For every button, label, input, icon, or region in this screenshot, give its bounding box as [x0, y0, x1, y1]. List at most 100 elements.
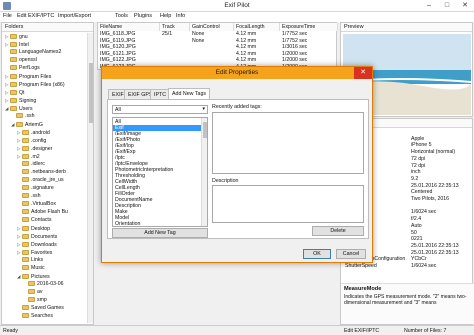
folder-item[interactable]: ▷ Program Files	[2, 73, 51, 80]
folder-icon	[22, 250, 29, 255]
status-file-count: Number of Files: 7	[404, 328, 447, 334]
folder-item[interactable]: av	[2, 289, 42, 296]
folder-item[interactable]: ▷ Program Files (x86)	[2, 81, 65, 88]
folder-label: .netbeans-derb	[31, 169, 66, 175]
folder-item[interactable]: Links	[2, 257, 43, 264]
folder-icon	[10, 74, 17, 79]
tag-list-scrollbar[interactable]	[201, 118, 207, 226]
folder-item[interactable]: ▷ Favorites	[2, 249, 52, 256]
folder-icon	[22, 226, 29, 231]
folder-item[interactable]: .ssh	[2, 193, 41, 200]
folder-item[interactable]: Music	[2, 265, 45, 272]
folder-item[interactable]: Adobe Flash Bu	[2, 209, 68, 216]
folder-item[interactable]: ◢ Users	[2, 105, 33, 112]
col-exposuretime[interactable]: ExposureTime	[280, 23, 338, 31]
menu-file[interactable]: File	[3, 13, 12, 19]
folder-item[interactable]: ▷ gnu	[2, 33, 28, 40]
dialog-title: Edit Properties	[215, 69, 259, 76]
menu-help[interactable]: Help	[160, 13, 171, 19]
folder-label: Intel	[19, 42, 29, 48]
tag-list-items: All Exif/Exif/Image/Exif/Photo/Exif/Iop/E…	[113, 119, 203, 226]
folder-icon	[16, 113, 23, 118]
description-textarea[interactable]	[212, 185, 364, 223]
folder-item[interactable]: Saved Games	[2, 305, 64, 312]
folder-icon	[22, 154, 29, 159]
folder-icon	[22, 234, 29, 239]
folder-item[interactable]: .idlerc	[2, 161, 45, 168]
folder-item[interactable]: openssl	[2, 57, 37, 64]
recent-tags-box[interactable]	[212, 112, 364, 174]
folder-item[interactable]: ▷ .config	[2, 137, 46, 144]
menu-edit-exif[interactable]: Edit EXIF/IPTC	[17, 13, 54, 19]
folder-label: .designer	[31, 146, 53, 152]
folder-label: .signature	[31, 185, 54, 191]
folder-item[interactable]: ▷ Documents	[2, 233, 57, 240]
menu-tools[interactable]: Tools	[115, 13, 128, 19]
col-focallength[interactable]: FocalLength	[234, 23, 280, 31]
folder-item[interactable]: .signature	[2, 185, 54, 192]
maximize-button[interactable]: □	[438, 0, 456, 12]
tag-list-item[interactable]: Orientation	[113, 221, 203, 226]
tag-listbox[interactable]: All Exif/Exif/Image/Exif/Photo/Exif/Iop/E…	[112, 117, 208, 227]
folder-item[interactable]: ▷ Signing	[2, 97, 36, 104]
folder-label: openssl	[19, 57, 37, 63]
delete-button[interactable]: Delete	[312, 226, 364, 236]
folder-item[interactable]: 2016-03-06	[2, 281, 64, 288]
folder-item[interactable]: ▷ .m2	[2, 153, 40, 160]
folder-icon	[10, 34, 17, 39]
folder-item[interactable]: Searches	[2, 313, 53, 320]
folder-item[interactable]: PerfLogs	[2, 65, 40, 72]
cancel-button[interactable]: Cancel	[336, 249, 366, 259]
window-title: Exif Pilot	[224, 2, 250, 9]
add-new-tag-button[interactable]: Add New Tag	[112, 228, 208, 238]
tag-description-text: Indicates the GPS measurement mode. "2" …	[344, 294, 467, 306]
tab-add-new-tags[interactable]: Add New Tags	[168, 88, 211, 99]
folder-icon	[22, 209, 29, 214]
folders-header: Folders	[2, 23, 93, 32]
menu-import-export[interactable]: Import/Export	[58, 13, 91, 19]
minimize-button[interactable]: –	[420, 0, 438, 12]
folder-label: Favorites	[31, 250, 53, 256]
ok-button[interactable]: OK	[303, 249, 331, 259]
folder-item[interactable]: ◢ ArtemG	[2, 121, 43, 128]
menu-plugins[interactable]: Plugins	[134, 13, 152, 19]
folder-item[interactable]: .VirtualBox	[2, 201, 56, 208]
menu-info[interactable]: Info	[176, 13, 185, 19]
folder-item[interactable]: .oracle_jre_us	[2, 177, 64, 184]
folder-item[interactable]: ▷ Intel	[2, 41, 29, 48]
folder-item[interactable]: ▷ Qt	[2, 89, 24, 96]
folder-item[interactable]: ▷ Desktop	[2, 225, 50, 232]
col-track[interactable]: Track	[160, 23, 190, 31]
close-button[interactable]: ✕	[456, 0, 474, 12]
folder-icon	[22, 138, 29, 143]
folder-item[interactable]: ▷ .android	[2, 129, 50, 136]
dialog-close-button[interactable]: ✕	[354, 67, 372, 79]
folder-item[interactable]: ◢ Pictures	[2, 273, 50, 280]
folder-label: .m2	[31, 154, 40, 160]
folder-label: .android	[31, 130, 50, 136]
folder-icon	[10, 106, 17, 111]
folder-icon	[10, 98, 17, 103]
tag-list-scroll-thumb[interactable]	[203, 122, 207, 138]
folder-icon	[10, 42, 17, 47]
folders-panel: Folders ▷ gnu ▷ Intel LanguageNames2 openssl P…	[1, 22, 94, 325]
folder-item[interactable]: ▷ .designer	[2, 145, 52, 152]
folder-label: Program Files	[19, 74, 52, 80]
col-filename[interactable]: FileName	[98, 23, 160, 31]
folder-icon	[22, 201, 29, 206]
folder-item[interactable]: LanguageNames2	[2, 49, 61, 56]
col-gaincontrol[interactable]: GainControl	[190, 23, 234, 31]
folder-icon	[22, 193, 29, 198]
folder-label: LanguageNames2	[19, 49, 62, 55]
folder-label: .VirtualBox	[31, 201, 56, 207]
chevron-down-icon: ▾	[202, 106, 205, 112]
folders-scroll-thumb[interactable]	[89, 63, 93, 123]
category-dropdown[interactable]: All ▾	[112, 105, 208, 114]
folder-item[interactable]: .netbeans-derb	[2, 169, 66, 176]
folder-item[interactable]: ▷ Downloads	[2, 241, 57, 248]
folder-item[interactable]: smp	[2, 297, 47, 304]
folder-item[interactable]: .ssh	[2, 113, 35, 120]
folder-icon	[22, 146, 29, 151]
folder-item[interactable]: Contacts	[2, 217, 51, 224]
folders-scrollbar[interactable]	[87, 33, 93, 323]
